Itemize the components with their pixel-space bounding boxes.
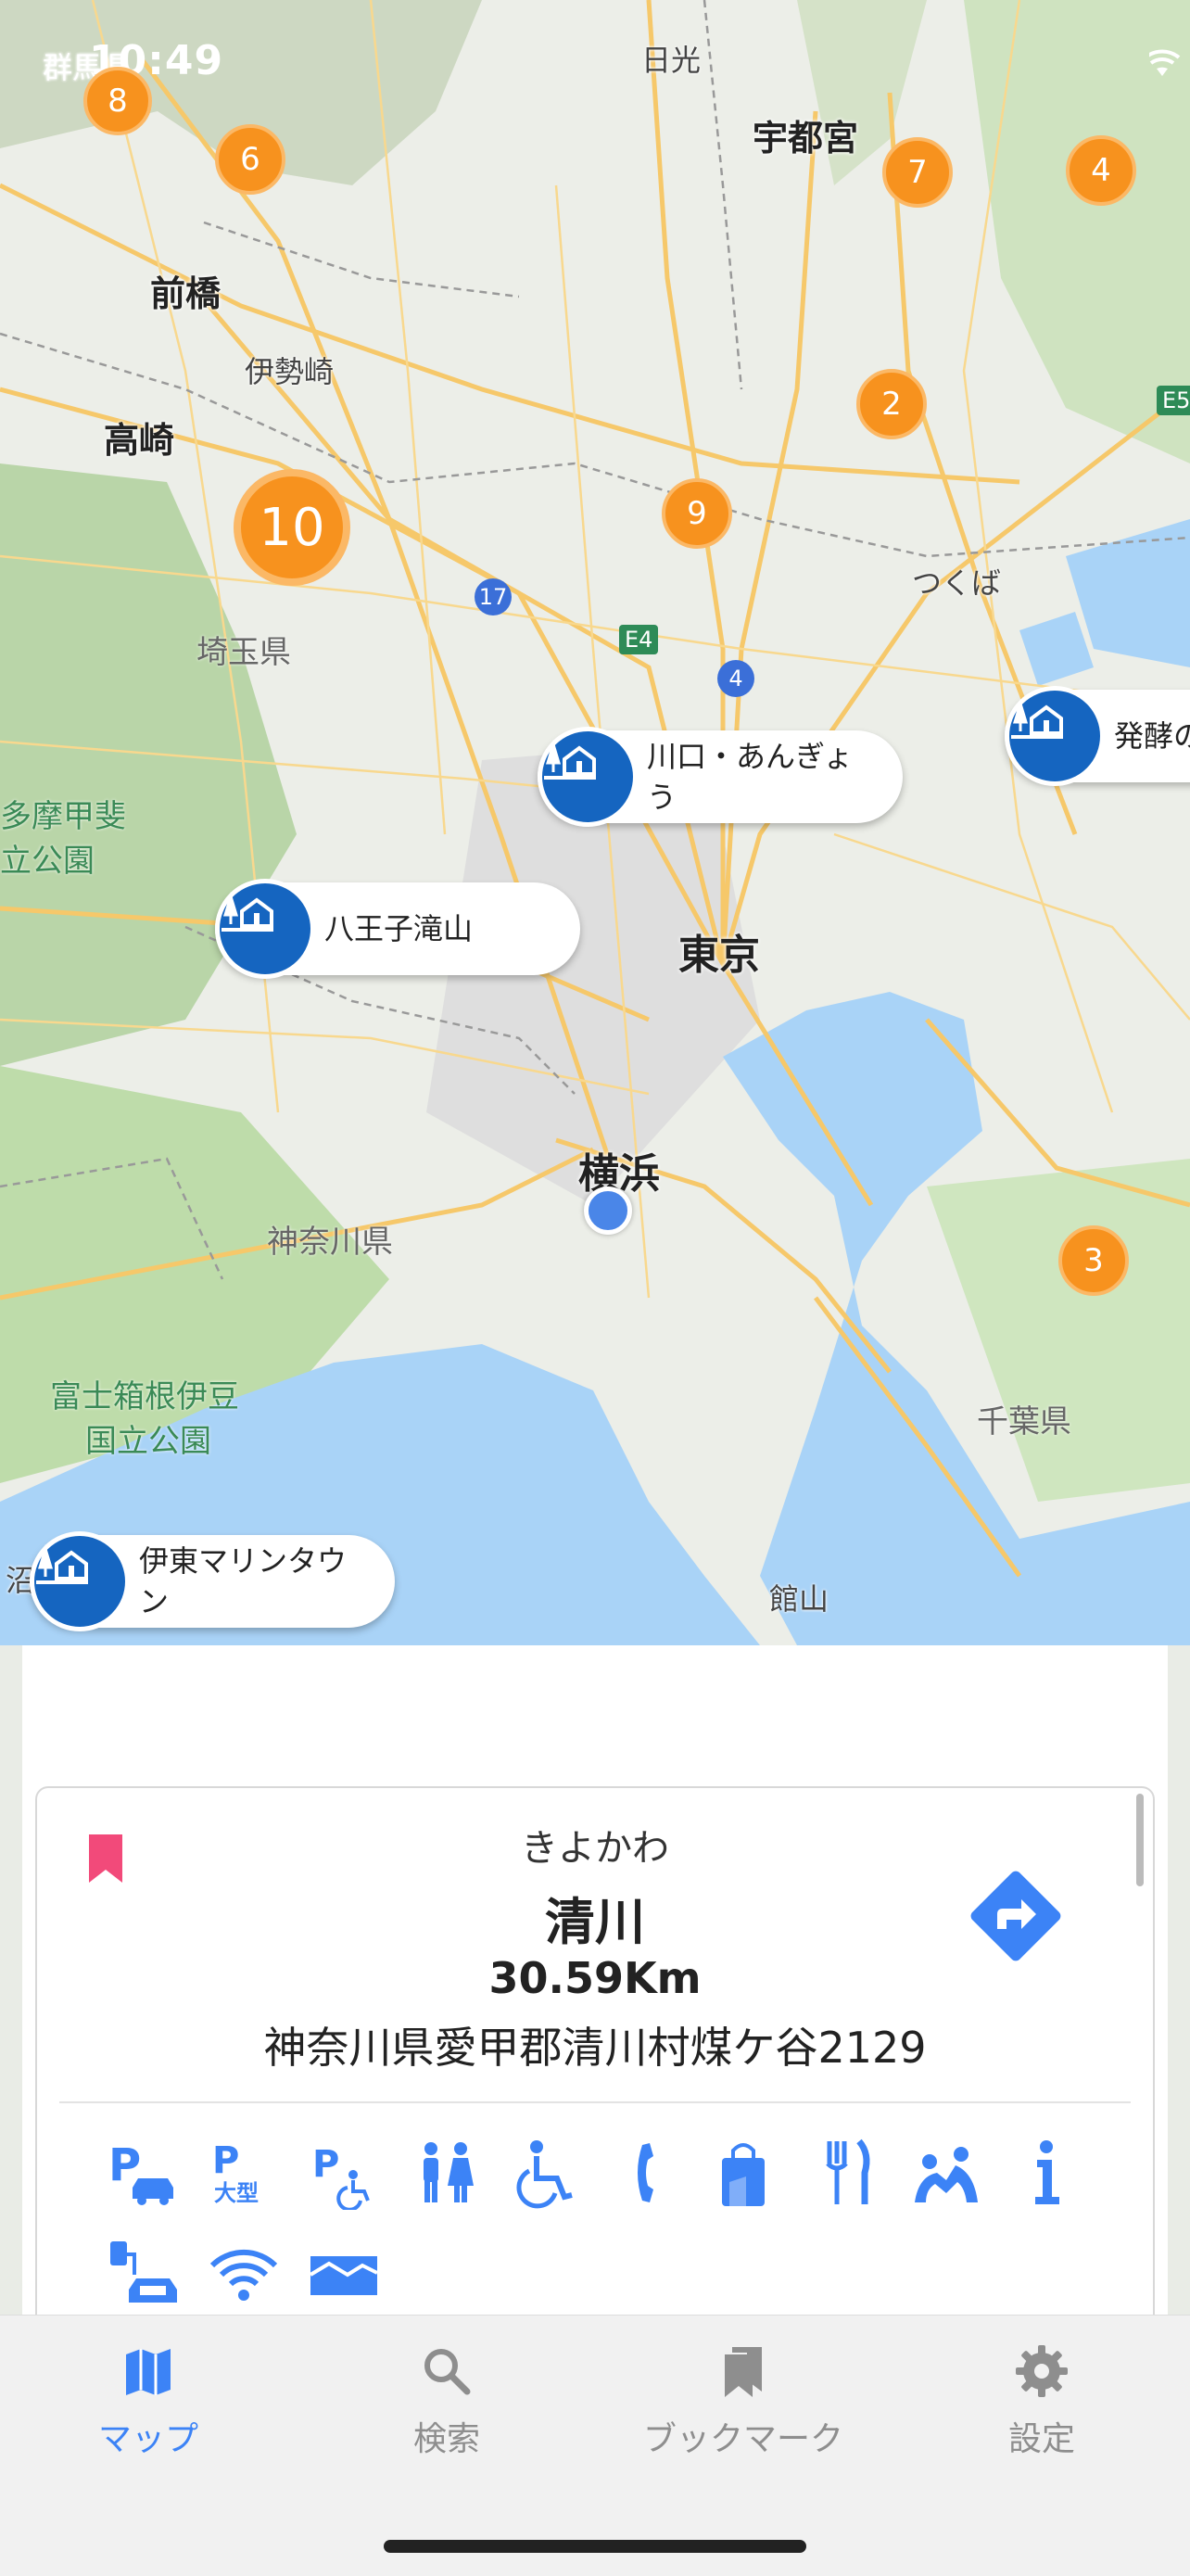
map-label-tama-1: 多摩甲斐 (0, 798, 126, 835)
restroom-icon (404, 2131, 487, 2214)
station-address: 神奈川県愛甲郡清川村煤ケ谷2129 (263, 2023, 927, 2073)
home-indicator (384, 2540, 806, 2553)
cluster-marker[interactable]: 10 (234, 469, 350, 586)
station-card[interactable]: きよかわ 清川 30.59Km 神奈川県愛甲郡清川村煤ケ谷2129 P P 大型 … (35, 1786, 1155, 2342)
tab-label: 検索 (412, 2420, 480, 2458)
cluster-marker[interactable]: 3 (1058, 1225, 1129, 1296)
phone-icon (604, 2131, 688, 2214)
baby-room-icon (905, 2131, 988, 2214)
info-icon (1005, 2131, 1088, 2214)
map-label-fuji-1: 富士箱根伊豆 (50, 1378, 239, 1415)
map-label-saitama: 埼玉県 (196, 634, 291, 671)
cluster-marker[interactable]: 7 (882, 137, 953, 208)
tab-bar: マップ 検索 ブックマーク 設定 (0, 2315, 1190, 2576)
current-location-dot (584, 1186, 632, 1235)
roadside-station-icon (30, 1531, 130, 1631)
station-detail-sheet: きよかわ 清川 30.59Km 神奈川県愛甲郡清川村煤ケ谷2129 P P 大型 … (22, 1645, 1168, 2342)
station-pin-hakkou[interactable]: 発酵のさと (1005, 686, 1190, 786)
svg-text:P: P (312, 2143, 339, 2186)
svg-text:大型: 大型 (214, 2180, 259, 2206)
map-label-fuji-2: 国立公園 (85, 1423, 211, 1460)
station-pin-ito[interactable]: 伊東マリンタウン (30, 1531, 395, 1631)
cluster-marker[interactable]: 9 (662, 478, 732, 549)
tab-settings[interactable]: 設定 (921, 2343, 1162, 2460)
map-label-tama-2: 立公園 (0, 843, 95, 880)
tab-search[interactable]: 検索 (326, 2343, 567, 2460)
road-shield-e4: E4 (619, 625, 659, 654)
wheelchair-icon (504, 2131, 588, 2214)
map-label-utsunomiya: 宇都宮 (753, 118, 859, 159)
restaurant-icon (804, 2131, 888, 2214)
scenery-icon (302, 2233, 386, 2316)
roadside-station-icon (538, 727, 638, 827)
map-label-tateyama: 館山 (769, 1581, 829, 1617)
tab-label: マップ (97, 2420, 198, 2458)
cluster-marker[interactable]: 2 (856, 369, 927, 439)
gear-icon (1016, 2345, 1068, 2397)
roadside-station-icon (215, 879, 315, 979)
map-label-chiba: 千葉県 (977, 1403, 1071, 1440)
parking-icon: P (102, 2131, 185, 2214)
map-label-kanagawa: 神奈川県 (267, 1224, 393, 1261)
map-icon (126, 2349, 171, 2395)
station-pin-kawaguchi[interactable]: 川口・あんぎょう (538, 727, 903, 827)
road-shield-4: 4 (717, 660, 754, 697)
tab-label: 設定 (1007, 2420, 1075, 2458)
tab-bookmark[interactable]: ブックマーク (623, 2343, 864, 2460)
tab-map[interactable]: マップ (28, 2343, 269, 2460)
search-icon (424, 2349, 471, 2395)
large-parking-icon: P 大型 (202, 2131, 285, 2214)
accessible-parking-icon: P (302, 2131, 386, 2214)
wifi-icon (202, 2233, 285, 2316)
ev-charger-icon (102, 2233, 185, 2316)
map-view[interactable]: 10:49 群馬県 日光 宇都宮 前橋 伊勢崎 高崎 つくば 埼玉県 多摩甲斐 … (0, 0, 1190, 1645)
cluster-marker[interactable]: 6 (215, 124, 285, 195)
cluster-marker[interactable]: 8 (83, 67, 152, 135)
map-label-takasaki: 高崎 (104, 420, 175, 461)
road-shield-17: 17 (475, 578, 512, 615)
cluster-marker[interactable]: 4 (1066, 135, 1136, 206)
station-pin-hachioji[interactable]: 八王子滝山 (215, 879, 580, 979)
bookmark-icon (725, 2347, 762, 2397)
map-label-tsukuba: つくば (912, 565, 1002, 601)
svg-text:P: P (212, 2139, 239, 2182)
map-label-maebashi: 前橋 (150, 273, 222, 314)
map-label-isesaki: 伊勢崎 (245, 354, 335, 389)
roadside-station-icon (1005, 686, 1105, 786)
map-label-nikko: 日光 (641, 43, 702, 78)
directions-icon (970, 1871, 1061, 1961)
card-divider (59, 2101, 1131, 2103)
tab-label: ブックマーク (642, 2420, 843, 2458)
directions-button[interactable] (964, 1864, 1068, 1972)
road-shield-e5: E5 (1157, 386, 1190, 415)
shop-icon (704, 2131, 788, 2214)
map-label-tokyo: 東京 (678, 932, 760, 979)
